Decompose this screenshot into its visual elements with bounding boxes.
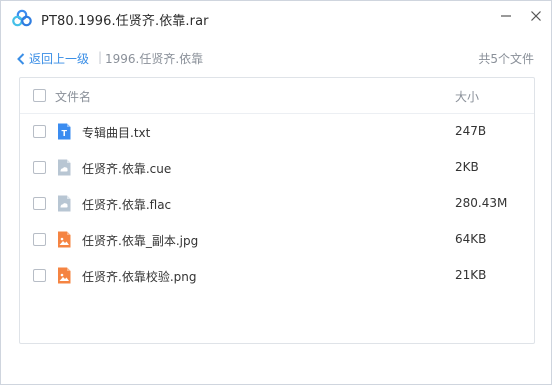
title-bar: PT80.1996.任贤齐.依靠.rar bbox=[1, 1, 551, 37]
column-header-size: 大小 bbox=[455, 90, 480, 104]
archive-preview-window: PT80.1996.任贤齐.依靠.rar 返回上一级 | 1996.任贤齐.依靠… bbox=[0, 0, 552, 385]
back-label: 返回上一级 bbox=[29, 52, 90, 66]
file-count: 共5个文件 bbox=[478, 52, 534, 66]
select-all-checkbox[interactable] bbox=[33, 89, 46, 102]
file-row[interactable]: 任贤齐.依靠_副本.jpg 64KB bbox=[20, 222, 534, 258]
file-size: 247B bbox=[455, 124, 487, 138]
row-checkbox[interactable] bbox=[33, 233, 46, 246]
file-name: 专辑曲目.txt bbox=[82, 126, 151, 140]
breadcrumb-separator: | bbox=[98, 50, 103, 64]
column-header-name: 文件名 bbox=[55, 90, 92, 104]
breadcrumb: 1996.任贤齐.依靠 bbox=[105, 52, 204, 66]
close-button[interactable] bbox=[525, 5, 547, 27]
minimize-icon bbox=[501, 15, 511, 17]
generic-file-icon bbox=[57, 195, 71, 212]
close-icon bbox=[531, 11, 541, 21]
file-row[interactable]: 任贤齐.依靠校验.png 21KB bbox=[20, 258, 534, 294]
generic-file-icon bbox=[57, 159, 71, 176]
file-name: 任贤齐.依靠.cue bbox=[82, 162, 172, 176]
row-checkbox[interactable] bbox=[33, 161, 46, 174]
back-button[interactable]: 返回上一级 bbox=[17, 50, 89, 67]
file-name: 任贤齐.依靠.flac bbox=[82, 198, 172, 212]
file-size: 280.43M bbox=[455, 196, 508, 210]
file-row[interactable]: 任贤齐.依靠.flac 280.43M bbox=[20, 186, 534, 222]
image-file-icon bbox=[57, 231, 71, 248]
image-file-icon bbox=[57, 267, 71, 284]
file-size: 64KB bbox=[455, 232, 487, 246]
file-name: 任贤齐.依靠_副本.jpg bbox=[82, 234, 199, 248]
file-list-panel: 文件名 大小 T 专辑曲目.txt 247B 任贤齐.依靠.cue 2KB 任贤… bbox=[19, 77, 535, 344]
txt-file-icon: T bbox=[57, 123, 71, 140]
svg-text:T: T bbox=[61, 129, 67, 138]
file-size: 21KB bbox=[455, 268, 487, 282]
app-logo-icon bbox=[12, 9, 32, 27]
window-title: PT80.1996.任贤齐.依靠.rar bbox=[41, 14, 209, 29]
row-checkbox[interactable] bbox=[33, 197, 46, 210]
list-header: 文件名 大小 bbox=[20, 78, 534, 114]
file-size: 2KB bbox=[455, 160, 479, 174]
file-row[interactable]: 任贤齐.依靠.cue 2KB bbox=[20, 150, 534, 186]
file-name: 任贤齐.依靠校验.png bbox=[82, 270, 197, 284]
row-checkbox[interactable] bbox=[33, 125, 46, 138]
chevron-left-icon bbox=[17, 52, 25, 65]
row-checkbox[interactable] bbox=[33, 269, 46, 282]
minimize-button[interactable] bbox=[495, 5, 517, 27]
file-row[interactable]: T 专辑曲目.txt 247B bbox=[20, 114, 534, 150]
toolbar: 返回上一级 | 1996.任贤齐.依靠 共5个文件 bbox=[1, 39, 551, 75]
